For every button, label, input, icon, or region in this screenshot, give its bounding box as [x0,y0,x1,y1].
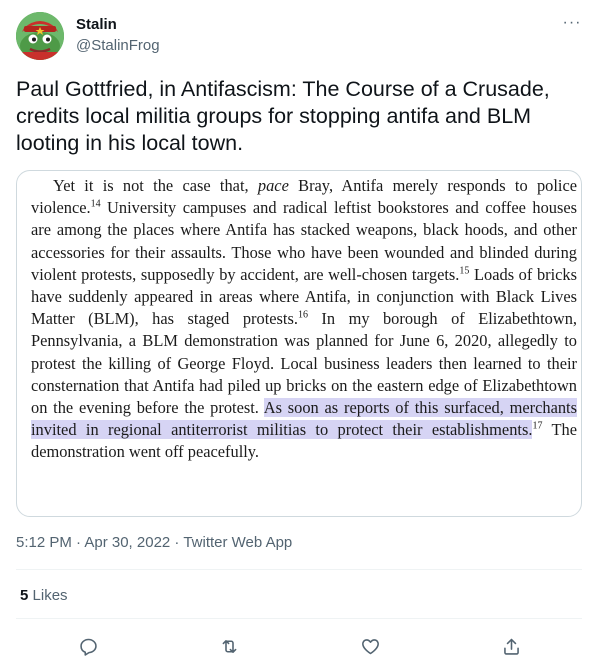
retweet-icon [222,639,236,653]
footnote-marker: 16 [297,309,308,321]
retweet-button[interactable] [211,628,247,664]
tweet-header: Stalin @StalinFrog ··· [16,10,582,60]
display-name[interactable]: Stalin [76,16,117,33]
attached-image[interactable]: Yet it is not the case that, pace Bray, … [16,170,582,517]
user-handle[interactable]: @StalinFrog [76,37,160,54]
footnote-marker: 15 [459,265,470,277]
book-excerpt: Yet it is not the case that, pace Bray, … [31,175,577,464]
reply-icon [79,638,97,656]
likes-number: 5 [20,587,29,604]
reply-button[interactable] [70,628,106,664]
like-button[interactable] [352,628,388,664]
likes-count[interactable]: 5 Likes [20,587,68,604]
frog-avatar-icon [16,12,64,60]
excerpt-text: Yet it is not the case that, [53,176,258,195]
excerpt-italic: pace [257,176,289,195]
more-options-icon[interactable]: ··· [562,15,582,36]
footnote-marker: 17 [532,420,543,432]
action-bar [16,628,582,664]
share-icon [503,638,519,655]
divider [16,618,582,619]
tweet-text: Paul Gottfried, in Antifascism: The Cour… [16,77,550,155]
divider [16,569,582,570]
likes-label: Likes [32,587,68,604]
avatar[interactable] [16,12,64,60]
tweet-timestamp[interactable]: 5:12 PM · Apr 30, 2022 · Twitter Web App [16,534,292,551]
like-icon [361,638,379,654]
footnote-marker: 14 [90,198,101,210]
share-button[interactable] [493,628,529,664]
